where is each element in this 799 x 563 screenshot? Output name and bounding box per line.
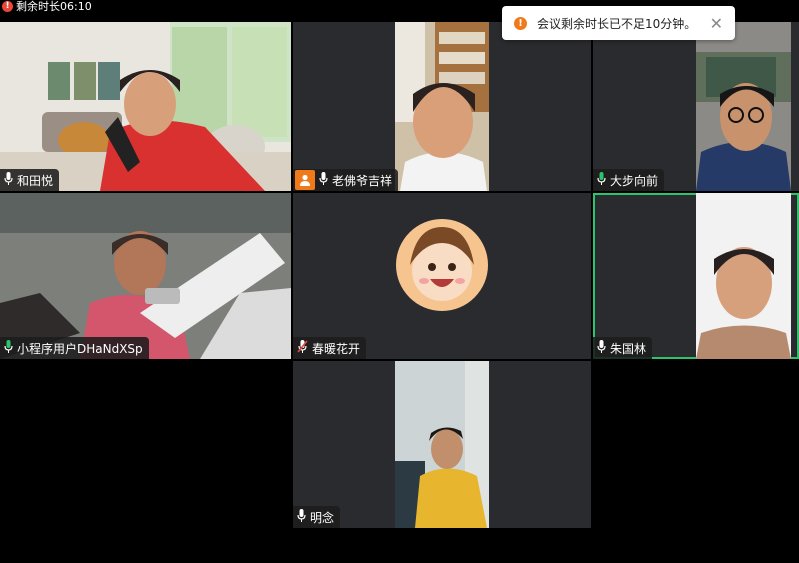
participant-name: 小程序用户DHaNdXSp [17, 341, 143, 356]
microphone-active-icon [4, 340, 13, 356]
microphone-active-icon [597, 172, 606, 188]
participant-name-tag: 春暖花开 [293, 337, 367, 359]
microphone-icon [597, 340, 606, 356]
participant-video [0, 22, 291, 191]
warning-dot-icon: ! [2, 0, 13, 12]
participant-video [696, 193, 791, 359]
video-tile-2[interactable]: 老佛爷吉祥 [293, 22, 591, 191]
participant-name: 和田悦 [17, 173, 54, 188]
participant-video [395, 361, 489, 528]
participant-video [395, 22, 489, 191]
microphone-icon [319, 172, 328, 188]
remaining-time-text: 剩余时长06:10 [16, 0, 92, 13]
participant-name-tag: 老佛爷吉祥 [293, 169, 399, 191]
participant-name: 朱国林 [610, 341, 647, 356]
remaining-time: ! 剩余时长06:10 [2, 0, 92, 13]
video-tile-3[interactable]: 大步向前 [593, 22, 799, 191]
participant-name-tag: 朱国林 [593, 337, 653, 359]
participant-name-tag: 大步向前 [593, 169, 665, 191]
participant-avatar [396, 219, 488, 311]
toast-message: 会议剩余时长已不足10分钟。 [537, 16, 697, 31]
microphone-icon [297, 509, 306, 525]
participant-name-tag: 明念 [293, 506, 341, 528]
video-tile-6[interactable]: 朱国林 [593, 193, 799, 359]
time-warning-toast: ! 会议剩余时长已不足10分钟。 ✕ [502, 6, 735, 40]
participant-video [696, 22, 791, 191]
video-tile-7[interactable]: 明念 [293, 361, 591, 528]
participant-video [0, 193, 291, 359]
participant-name: 明念 [310, 510, 335, 525]
participant-name-tag: 和田悦 [0, 169, 60, 191]
warning-icon: ! [514, 16, 527, 30]
video-tile-4[interactable]: 小程序用户DHaNdXSp [0, 193, 291, 359]
microphone-muted-icon [297, 340, 308, 356]
participant-name: 老佛爷吉祥 [332, 173, 393, 188]
person-icon [295, 170, 315, 190]
video-tile-1[interactable]: 和田悦 [0, 22, 291, 191]
video-tile-5[interactable]: 春暖花开 [293, 193, 591, 359]
participant-name: 大步向前 [610, 173, 659, 188]
participant-name: 春暖花开 [312, 341, 361, 356]
close-icon[interactable]: ✕ [710, 14, 723, 33]
participant-name-tag: 小程序用户DHaNdXSp [0, 337, 149, 359]
microphone-icon [4, 172, 13, 188]
